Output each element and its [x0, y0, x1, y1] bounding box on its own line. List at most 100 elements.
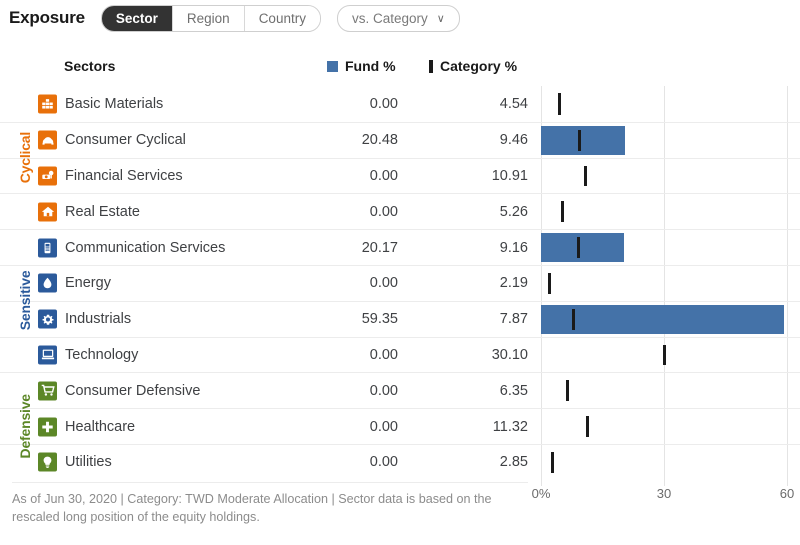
row-left-cells: Industrials 59.35 7.87 — [0, 302, 532, 337]
row-chart-cell — [532, 302, 800, 337]
comparison-dropdown[interactable]: vs. Category ∨ — [336, 4, 460, 32]
row-left-cells: Utilities 0.00 2.85 — [0, 445, 532, 480]
sector-name: Energy — [65, 275, 111, 292]
category-marker — [548, 272, 552, 294]
row-chart-cell — [532, 409, 800, 444]
flame-icon — [38, 273, 57, 293]
cart-icon — [38, 381, 57, 401]
category-marker — [578, 129, 582, 151]
row-chart-cell — [532, 373, 800, 408]
category-marker — [558, 93, 562, 115]
category-marker — [577, 237, 581, 258]
cross-icon — [38, 417, 57, 437]
row-chart-cell — [532, 338, 800, 373]
category-marker — [561, 201, 565, 223]
sector-name: Technology — [65, 346, 139, 363]
sector-name: Healthcare — [65, 418, 136, 435]
page-title: Exposure — [9, 8, 85, 27]
category-marker — [565, 380, 569, 402]
row-left-cells: Healthcare 0.00 11.32 — [0, 409, 532, 444]
sector-name: Consumer Cyclical — [65, 132, 186, 149]
row-left-cells: Communication Services 20.17 9.16 — [0, 230, 532, 265]
sector-name: Communication Services — [65, 239, 226, 256]
table-row[interactable]: Technology 0.00 30.10 — [0, 336, 800, 373]
chevron-down-icon: ∨ — [436, 12, 445, 25]
fund-value: 0.00 — [369, 382, 398, 399]
column-header-fund-label: Fund % — [345, 58, 396, 74]
fund-bar — [541, 125, 625, 155]
fund-bar — [541, 233, 624, 262]
table-row[interactable]: Industrials 59.35 7.87 — [0, 300, 800, 337]
column-header-sectors: Sectors — [64, 58, 116, 74]
table-row[interactable]: Energy 0.00 2.19 — [0, 264, 800, 301]
table-row[interactable]: Communication Services 20.17 9.16 — [0, 229, 800, 265]
x-axis-tick-0: 0% — [531, 486, 551, 501]
table-row[interactable]: Financial Services 0.00 10.91 — [0, 157, 800, 194]
row-chart-cell — [532, 230, 800, 265]
house-icon — [38, 202, 57, 222]
group-label-defensive: Defensive — [17, 394, 33, 459]
category-value: 6.35 — [499, 382, 528, 399]
table-row[interactable]: Healthcare 0.00 11.32 — [0, 408, 800, 444]
x-axis-tick-30: 30 — [656, 486, 672, 501]
fund-value: 0.00 — [369, 454, 398, 471]
bulb-icon — [38, 452, 57, 472]
fund-value: 0.00 — [369, 203, 398, 220]
tab-country[interactable]: Country — [244, 5, 320, 31]
table-row[interactable]: Basic Materials 0.00 4.54 — [0, 86, 800, 122]
row-left-cells: Technology 0.00 30.10 — [0, 338, 532, 373]
view-segmented-control[interactable]: Sector Region Country — [100, 4, 321, 32]
table-row[interactable]: Consumer Cyclical 20.48 9.46 — [0, 121, 800, 158]
category-value: 5.26 — [499, 203, 528, 220]
table-header: Sectors Fund % Category % — [0, 58, 800, 86]
table-row[interactable]: Consumer Defensive 0.00 6.35 — [0, 372, 800, 408]
sector-name: Basic Materials — [65, 95, 164, 112]
row-chart-cell — [532, 194, 800, 229]
category-value: 4.54 — [499, 95, 528, 112]
blocks-icon — [38, 94, 57, 114]
row-left-cells: Energy 0.00 2.19 — [0, 266, 532, 301]
row-left-cells: Consumer Cyclical 20.48 9.46 — [0, 123, 532, 158]
car-icon — [38, 130, 57, 150]
computer-icon — [38, 345, 57, 365]
sector-rows: Basic Materials 0.00 4.54 Consumer Cyclical… — [0, 86, 800, 480]
chart-x-axis: 0% 30 60 — [532, 486, 800, 508]
category-marker — [571, 308, 575, 330]
group-label-sensitive: Sensitive — [17, 271, 33, 331]
row-chart-cell — [532, 159, 800, 194]
column-header-category-label: Category % — [440, 58, 518, 74]
gear-icon — [38, 309, 57, 329]
column-header-fund: Fund % — [327, 58, 396, 74]
table-row[interactable]: Real Estate 0.00 5.26 — [0, 193, 800, 229]
category-marker — [584, 165, 588, 187]
category-value: 2.19 — [499, 275, 528, 292]
row-left-cells: Real Estate 0.00 5.26 — [0, 194, 532, 229]
phone-icon — [38, 238, 57, 258]
tab-region[interactable]: Region — [172, 5, 245, 31]
fund-value: 20.48 — [361, 132, 398, 149]
category-value: 9.16 — [499, 239, 528, 256]
table-row[interactable]: Utilities 0.00 2.85 — [0, 443, 800, 480]
row-chart-cell — [532, 123, 800, 158]
category-value: 10.91 — [491, 167, 528, 184]
row-left-cells: Consumer Defensive 0.00 6.35 — [0, 373, 532, 408]
fund-value: 0.00 — [369, 275, 398, 292]
sector-name: Industrials — [65, 311, 132, 328]
sector-name: Consumer Defensive — [65, 382, 201, 399]
sector-name: Real Estate — [65, 203, 140, 220]
footnote-divider — [12, 482, 528, 483]
fund-value: 0.00 — [369, 95, 398, 112]
row-chart-cell — [532, 445, 800, 480]
tab-sector[interactable]: Sector — [101, 5, 173, 31]
fund-legend-swatch-icon — [327, 60, 338, 72]
group-label-cyclical: Cyclical — [17, 131, 33, 184]
category-value: 9.46 — [499, 132, 528, 149]
fund-value: 0.00 — [369, 418, 398, 435]
bank-icon — [38, 166, 57, 186]
fund-value: 20.17 — [361, 239, 398, 256]
row-chart-cell — [532, 266, 800, 301]
x-axis-tick-60: 60 — [779, 486, 795, 501]
fund-value: 0.00 — [369, 167, 398, 184]
exposure-toolbar: Exposure Sector Region Country vs. Categ… — [0, 0, 800, 36]
row-chart-cell — [532, 86, 800, 122]
